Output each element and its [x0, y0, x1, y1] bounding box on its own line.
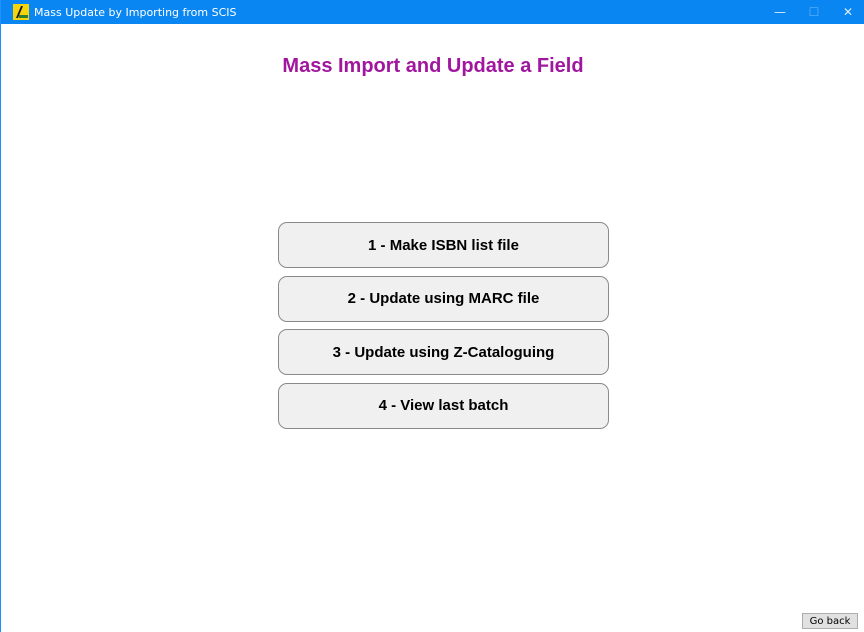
make-isbn-list-button[interactable]: 1 - Make ISBN list file — [278, 222, 609, 268]
page-title: Mass Import and Update a Field — [282, 55, 584, 77]
view-last-batch-button[interactable]: 4 - View last batch — [278, 382, 609, 429]
maximize-button[interactable]: ☐ — [797, 0, 831, 24]
minimize-button[interactable]: — — [763, 0, 797, 24]
window-title: Mass Update by Importing from SCIS — [34, 5, 237, 19]
go-back-button[interactable]: Go back — [802, 613, 858, 629]
app-window: Mass Update by Importing from SCIS — ☐ ✕… — [0, 0, 864, 632]
close-button[interactable]: ✕ — [831, 0, 864, 24]
window-controls: — ☐ ✕ — [763, 0, 864, 24]
title-bar[interactable]: Mass Update by Importing from SCIS — ☐ ✕ — [1, 0, 864, 24]
app-logo-icon — [13, 4, 29, 20]
update-z-cataloguing-button[interactable]: 3 - Update using Z-Cataloguing — [278, 329, 609, 375]
update-marc-file-button[interactable]: 2 - Update using MARC file — [278, 275, 609, 322]
main-menu: 1 - Make ISBN list file 2 - Update using… — [278, 222, 609, 436]
